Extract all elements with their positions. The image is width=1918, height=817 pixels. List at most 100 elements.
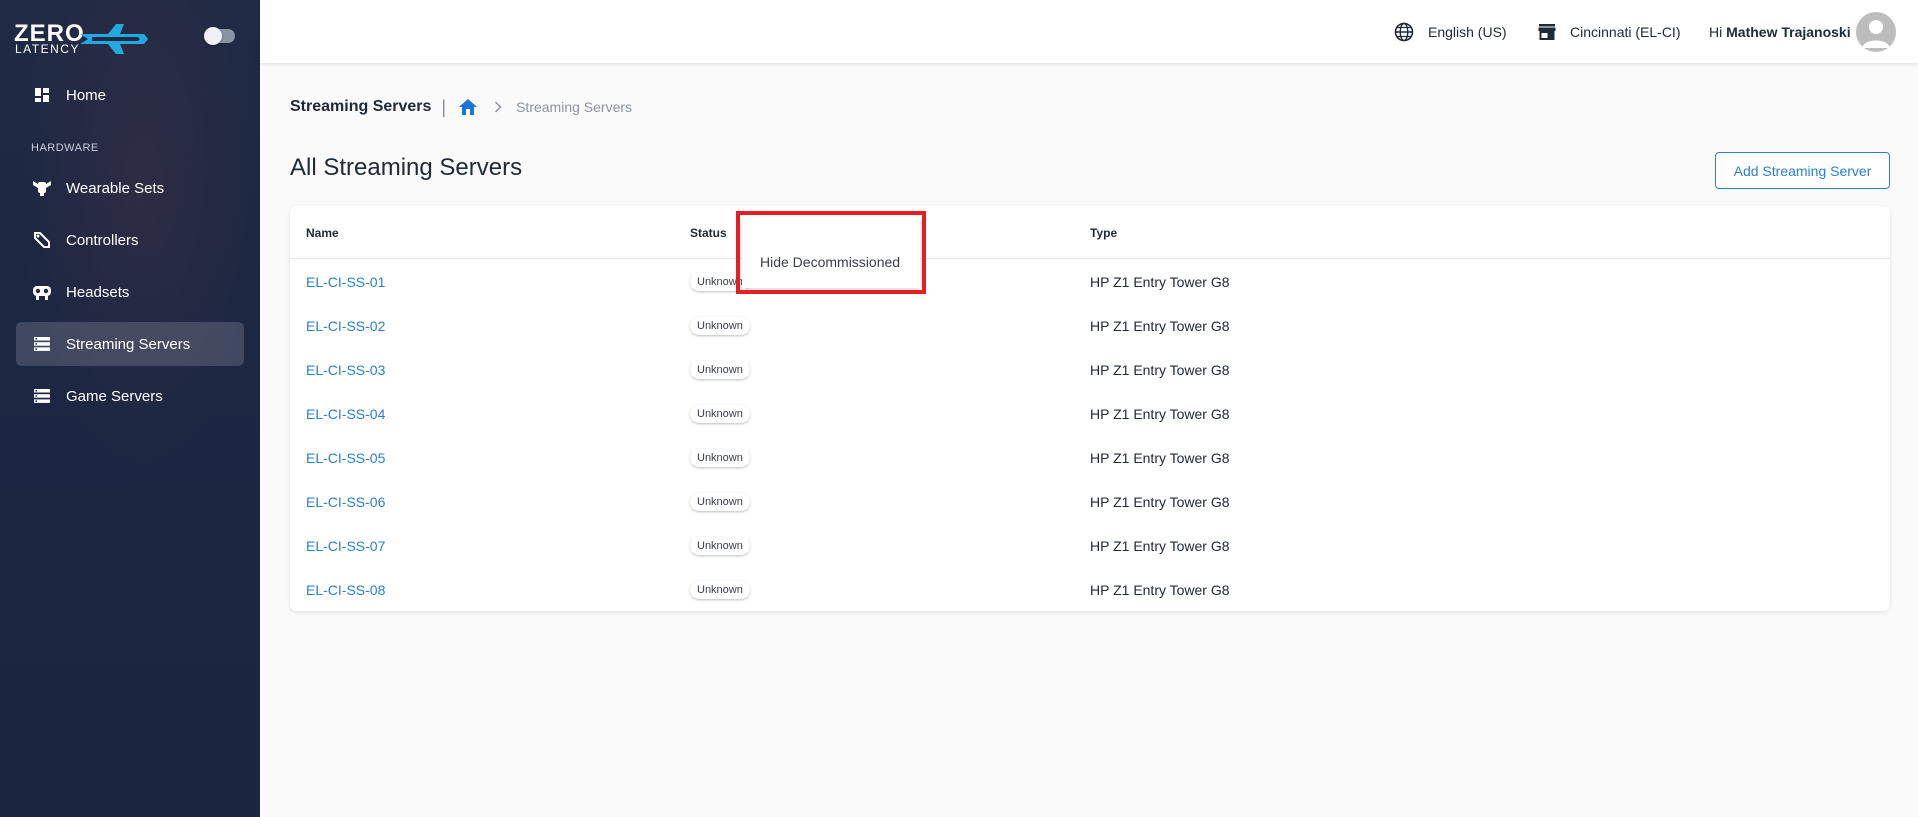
sidebar-item-label: Home [66,86,107,104]
breadcrumb-separator: | [441,96,447,117]
status-cell: Unknown [690,304,750,348]
server-name-cell: EL-CI-SS-03 [306,348,385,392]
status-cell: Unknown [690,524,750,568]
server-name-cell: EL-CI-SS-01 [306,260,385,304]
user-name: Mathew Trajanoski [1726,23,1851,40]
server-name-link[interactable]: EL-CI-SS-02 [306,318,385,334]
top-bar: English (US) Cincinnati (EL-CI) Hi Mathe… [260,0,1918,63]
table-row[interactable]: EL-CI-SS-03 Unknown HP Z1 Entry Tower G8 [290,348,1890,392]
theme-toggle[interactable] [204,27,235,45]
dashboard-icon [32,85,52,105]
breadcrumb-title: Streaming Servers [290,98,432,115]
server-name-link[interactable]: EL-CI-SS-06 [306,494,385,510]
table-row[interactable]: EL-CI-SS-08 Unknown HP Z1 Entry Tower G8 [290,568,1890,612]
table-row[interactable]: EL-CI-SS-06 Unknown HP Z1 Entry Tower G8 [290,480,1890,524]
status-badge: Unknown [690,449,750,467]
server-name-cell: EL-CI-SS-05 [306,436,385,480]
status-column-menu: Hide Decommissioned [742,216,920,288]
sidebar-item-wearable-sets[interactable]: Wearable Sets [16,166,244,210]
breadcrumb: Streaming Servers | Streaming Servers [290,96,632,118]
globe-icon [1394,22,1414,42]
status-badge: Unknown [690,317,750,335]
server-name-cell: EL-CI-SS-04 [306,392,385,436]
toggle-knob [204,27,222,45]
type-cell: HP Z1 Entry Tower G8 [1090,450,1230,466]
page-title: All Streaming Servers [290,154,523,181]
sidebar-item-headsets[interactable]: Headsets [16,270,244,314]
location-selector[interactable]: Cincinnati (EL-CI) [1538,0,1680,63]
status-cell: Unknown [690,348,750,392]
greeting-text: Hi [1709,23,1723,40]
status-cell: Unknown [690,568,750,612]
language-selector[interactable]: English (US) [1394,0,1507,63]
table-row[interactable]: EL-CI-SS-05 Unknown HP Z1 Entry Tower G8 [290,436,1890,480]
type-cell: HP Z1 Entry Tower G8 [1090,494,1230,510]
sidebar-item-home[interactable]: Home [16,73,244,117]
table-row[interactable]: EL-CI-SS-04 Unknown HP Z1 Entry Tower G8 [290,392,1890,436]
table-row[interactable]: EL-CI-SS-07 Unknown HP Z1 Entry Tower G8 [290,524,1890,568]
table-row[interactable]: EL-CI-SS-02 Unknown HP Z1 Entry Tower G8 [290,304,1890,348]
status-cell: Unknown [690,392,750,436]
status-badge: Unknown [690,405,750,423]
type-cell: HP Z1 Entry Tower G8 [1090,582,1230,598]
server-name-cell: EL-CI-SS-06 [306,480,385,524]
sidebar-item-label: Wearable Sets [66,179,165,197]
brand-logo[interactable]: ZERO LATENCY [14,18,148,58]
server-name-link[interactable]: EL-CI-SS-03 [306,362,385,378]
status-cell: Unknown [690,480,750,524]
column-header-status[interactable]: Status [690,206,727,259]
avatar[interactable] [1856,12,1896,52]
sidebar-item-game-servers[interactable]: Game Servers [16,374,244,418]
sidebar: ZERO LATENCY Home HARDWARE Wearable Sets… [0,0,260,817]
breadcrumb-current: Streaming Servers [516,99,633,115]
wearable-set-icon [32,178,52,198]
server-name-link[interactable]: EL-CI-SS-04 [306,406,385,422]
server-name-link[interactable]: EL-CI-SS-07 [306,538,385,554]
column-header-name[interactable]: Name [306,206,339,259]
sidebar-item-controllers[interactable]: Controllers [16,218,244,262]
status-badge: Unknown [690,361,750,379]
status-badge: Unknown [690,273,750,291]
status-cell: Unknown [690,436,750,480]
sidebar-item-label: Controllers [66,231,139,249]
type-cell: HP Z1 Entry Tower G8 [1090,362,1230,378]
status-badge: Unknown [690,493,750,511]
status-cell: Unknown [690,260,750,304]
store-icon [1538,23,1556,41]
user-greeting: Hi Mathew Trajanoski [1709,0,1851,63]
server-name-cell: EL-CI-SS-07 [306,524,385,568]
menu-item-hide-decommissioned[interactable]: Hide Decommissioned [760,254,900,270]
sidebar-section-hardware: HARDWARE [31,142,99,154]
status-badge: Unknown [690,581,750,599]
chevron-right-icon [494,101,502,113]
add-streaming-server-button[interactable]: Add Streaming Server [1715,152,1890,189]
server-icon [32,386,52,406]
type-cell: HP Z1 Entry Tower G8 [1090,406,1230,422]
home-icon[interactable] [458,98,478,116]
server-name-cell: EL-CI-SS-08 [306,568,385,612]
headset-icon [32,282,52,302]
user-avatar-icon [1862,20,1890,48]
sidebar-item-label: Headsets [66,283,130,301]
brand-line-2: LATENCY [15,42,80,56]
language-label: English (US) [1428,23,1507,40]
sidebar-item-streaming-servers[interactable]: Streaming Servers [16,322,244,366]
server-name-link[interactable]: EL-CI-SS-01 [306,274,385,290]
location-label: Cincinnati (EL-CI) [1570,23,1681,40]
type-cell: HP Z1 Entry Tower G8 [1090,274,1230,290]
streaming-servers-table: Name Status Type EL-CI-SS-01 Unknown HP Z1… [290,206,1890,611]
server-name-cell: EL-CI-SS-02 [306,304,385,348]
column-header-type[interactable]: Type [1090,206,1117,259]
status-badge: Unknown [690,537,750,555]
type-cell: HP Z1 Entry Tower G8 [1090,318,1230,334]
table-header: Name Status Type [290,206,1890,259]
jet-logo-icon [80,24,148,54]
server-name-link[interactable]: EL-CI-SS-05 [306,450,385,466]
server-name-link[interactable]: EL-CI-SS-08 [306,582,385,598]
sidebar-item-label: Game Servers [66,387,163,405]
sidebar-item-label: Streaming Servers [66,335,191,353]
controller-icon [32,230,52,250]
type-cell: HP Z1 Entry Tower G8 [1090,538,1230,554]
table-row[interactable]: EL-CI-SS-01 Unknown HP Z1 Entry Tower G8 [290,260,1890,304]
server-icon [32,334,52,354]
